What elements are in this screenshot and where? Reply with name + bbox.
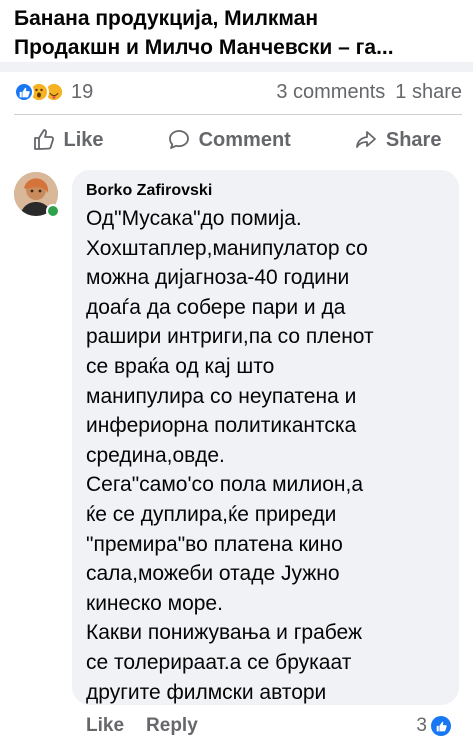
share-label: Share <box>385 128 442 151</box>
avatar[interactable] <box>14 172 60 218</box>
comment-line: манипулира со неупатена и <box>86 384 357 408</box>
comment-reactions[interactable]: 3 <box>416 715 451 737</box>
comments-count[interactable]: 3 comments <box>276 81 385 104</box>
share-icon <box>355 131 376 148</box>
section-divider <box>0 62 473 72</box>
reactions-summary[interactable]: 19 3 comments 1 share <box>14 78 462 106</box>
comment-line: сала,можеби отаде Јужно <box>86 562 340 586</box>
comment-like-button[interactable]: Like <box>86 715 124 737</box>
comment-footer: Like Reply 3 <box>86 712 451 740</box>
comment-line: Од"Мусака"до помија. <box>86 207 302 230</box>
comment-author[interactable]: Borko Zafirovski <box>86 182 445 200</box>
comment-text: Од"Мусака"до помија. Хохштаплер,манипула… <box>86 204 445 707</box>
comment-line: можна дијагноза-40 години <box>86 266 350 290</box>
post-title-line-2: Продакшн и Милчо Манчевски – га... <box>14 36 394 59</box>
comment-line: кинеско море. <box>86 591 223 615</box>
comment-label: Comment <box>198 128 291 151</box>
comment-line: се враќа од кај што <box>86 354 275 378</box>
shares-count[interactable]: 1 share <box>395 81 462 104</box>
comment-button[interactable]: Comment <box>167 128 291 152</box>
like-label: Like <box>63 128 104 151</box>
comment-line: "премира"во платена кино <box>86 532 343 556</box>
comment-icon <box>168 130 189 149</box>
comment-line: доаѓа да собере пари и да <box>86 295 346 319</box>
post-actions: Like Comment Share <box>0 122 473 158</box>
divider <box>14 114 462 115</box>
comment-line: се толерираат.а се брукаат <box>86 650 352 674</box>
like-button[interactable]: Like <box>32 128 104 152</box>
post-title-line-1: Банана продукција, Милкман <box>14 7 319 30</box>
share-button[interactable]: Share <box>354 128 442 152</box>
thumbs-up-icon <box>33 129 54 150</box>
like-icon <box>431 716 451 736</box>
comment-line: Сега"само'со пола милион,а <box>86 473 364 497</box>
comment-bubble: Borko Zafirovski Од"Мусака"до помија. Хо… <box>72 170 459 705</box>
comment-line: Какви понижувања и грабеж <box>86 621 363 645</box>
comment-line: Хохштаплер,манипулатор со <box>86 236 368 260</box>
online-status-dot <box>46 204 60 218</box>
comment-line: инфериорна политикантска <box>86 414 357 438</box>
reaction-icons[interactable] <box>14 82 64 102</box>
like-icon <box>14 82 34 102</box>
comment-reply-button[interactable]: Reply <box>146 715 198 737</box>
comment-line: ќе се дуплира,ќе приреди <box>86 502 337 526</box>
comment-line: рашири интриги,па со пленот <box>86 325 374 349</box>
comment-reaction-count: 3 <box>416 715 427 736</box>
comment-line: средина,овде. <box>86 443 225 467</box>
post-title[interactable]: Банана продукција, Милкман Продакшн и Ми… <box>14 4 464 62</box>
comment-line: другите филмски автори <box>86 680 327 704</box>
reaction-count[interactable]: 19 <box>71 81 93 104</box>
